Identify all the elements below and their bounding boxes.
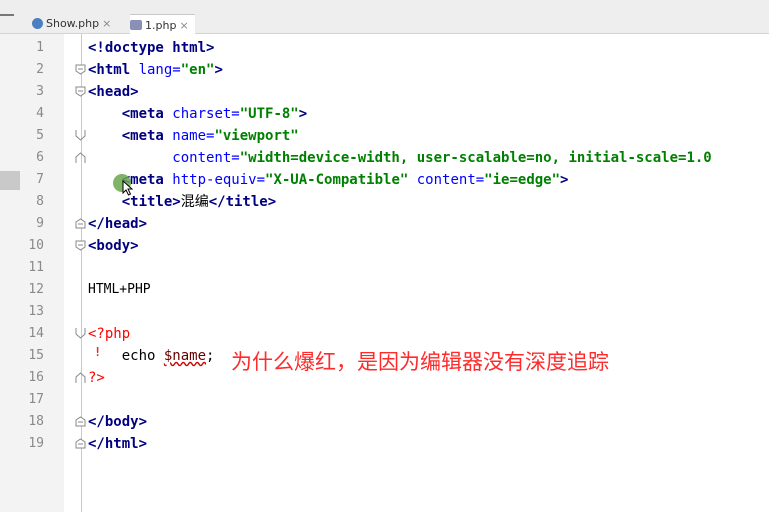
code-line[interactable]: <body> bbox=[88, 235, 139, 257]
line-number: 19 bbox=[28, 436, 44, 451]
fold-open-icon[interactable] bbox=[75, 130, 86, 141]
code-line[interactable]: content="width=device-width, user-scalab… bbox=[88, 147, 712, 169]
line-number: 8 bbox=[36, 194, 44, 209]
fold-open-icon[interactable] bbox=[75, 64, 86, 75]
code-token: </title> bbox=[208, 194, 277, 210]
code-token: http-equiv= bbox=[172, 172, 266, 188]
code-line[interactable]: <meta name="viewport" bbox=[88, 125, 299, 147]
code-token: lang= bbox=[138, 62, 181, 78]
tab-show-php[interactable]: Show.php × bbox=[32, 14, 111, 33]
fold-open-icon[interactable] bbox=[75, 328, 86, 339]
code-token: <meta bbox=[88, 106, 173, 122]
code-token: <body> bbox=[88, 238, 139, 254]
code-line[interactable]: HTML+PHP bbox=[88, 279, 151, 301]
code-token: HTML+PHP bbox=[88, 282, 151, 297]
code-token: "UTF-8" bbox=[239, 106, 299, 122]
mouse-cursor-icon bbox=[122, 179, 134, 200]
code-token: <html bbox=[88, 62, 139, 78]
code-token: 混编 bbox=[180, 194, 209, 210]
line-number: 15 bbox=[28, 348, 44, 363]
line-number: 10 bbox=[28, 238, 44, 253]
error-marker-icon[interactable]: ! bbox=[94, 345, 101, 359]
code-token: "viewport" bbox=[214, 128, 299, 144]
code-token: "X-UA-Compatible" bbox=[265, 172, 409, 188]
fold-close-icon[interactable] bbox=[75, 416, 86, 427]
line-number: 1 bbox=[36, 40, 44, 55]
code-token: </head> bbox=[88, 216, 148, 232]
line-number: 6 bbox=[36, 150, 44, 165]
fold-close-icon[interactable] bbox=[75, 152, 86, 163]
fold-close-icon[interactable] bbox=[75, 218, 86, 229]
tab-label: Show.php bbox=[46, 17, 100, 30]
php-file-icon bbox=[130, 20, 142, 30]
code-line[interactable]: <meta http-equiv="X-UA-Compatible" conte… bbox=[88, 169, 569, 191]
code-token: ; bbox=[206, 348, 215, 364]
code-token: > bbox=[214, 62, 223, 78]
code-line[interactable]: <!doctype html> bbox=[88, 37, 214, 59]
code-line[interactable]: <?php bbox=[88, 323, 130, 345]
code-line[interactable]: </head> bbox=[88, 213, 147, 235]
code-line[interactable]: <html lang="en"> bbox=[88, 59, 223, 81]
code-token: charset= bbox=[172, 106, 240, 122]
close-icon[interactable]: × bbox=[179, 19, 188, 32]
code-token: <?php bbox=[88, 326, 131, 342]
code-line[interactable]: </body> bbox=[88, 411, 147, 433]
code-line[interactable]: ?> bbox=[88, 367, 105, 389]
code-line[interactable]: echo $name; bbox=[88, 345, 215, 367]
code-token: > bbox=[560, 172, 569, 188]
code-token: <meta bbox=[88, 128, 173, 144]
code-token: "ie=edge" bbox=[484, 172, 561, 188]
line-number: 4 bbox=[36, 106, 44, 121]
code-token: $name bbox=[163, 348, 207, 364]
line-number: 9 bbox=[36, 216, 44, 231]
line-number: 11 bbox=[28, 260, 44, 275]
code-line[interactable]: <meta charset="UTF-8"> bbox=[88, 103, 307, 125]
fold-open-icon[interactable] bbox=[75, 240, 86, 251]
line-number: 2 bbox=[36, 62, 44, 77]
line-number: 3 bbox=[36, 84, 44, 99]
close-icon[interactable]: × bbox=[102, 17, 111, 30]
code-token: content= bbox=[408, 172, 485, 188]
tab-1-php[interactable]: 1.php × bbox=[130, 14, 195, 35]
menu-icon[interactable] bbox=[0, 14, 14, 16]
code-token: </html> bbox=[88, 436, 148, 452]
code-token: name= bbox=[172, 128, 215, 144]
editor-tab-bar: Show.php × 1.php × bbox=[0, 0, 769, 35]
line-number: 18 bbox=[28, 414, 44, 429]
line-number: 7 bbox=[36, 172, 44, 187]
php-file-icon bbox=[32, 18, 43, 29]
code-token: <head> bbox=[88, 84, 139, 100]
code-token: ?> bbox=[88, 370, 105, 386]
line-number: 13 bbox=[28, 304, 44, 319]
code-line[interactable]: <title>混编</title> bbox=[88, 191, 276, 213]
tab-label: 1.php bbox=[145, 18, 177, 32]
annotation-text: 为什么爆红，是因为编辑器没有深度追踪 bbox=[231, 350, 609, 374]
fold-open-icon[interactable] bbox=[75, 86, 86, 97]
line-number: 12 bbox=[28, 282, 44, 297]
code-token: > bbox=[298, 106, 308, 122]
line-number: 17 bbox=[28, 392, 44, 407]
fold-close-icon[interactable] bbox=[75, 372, 86, 383]
fold-close-icon[interactable] bbox=[75, 438, 86, 449]
code-token: <title> bbox=[88, 194, 181, 210]
code-token: </body> bbox=[88, 414, 148, 430]
code-line[interactable]: </html> bbox=[88, 433, 147, 455]
code-token: <!doctype html> bbox=[88, 40, 215, 56]
line-number: 14 bbox=[28, 326, 44, 341]
code-token: "width=device-width, user-scalable=no, i… bbox=[239, 150, 712, 166]
code-token: content= bbox=[88, 150, 240, 166]
code-token: "en" bbox=[180, 62, 215, 78]
code-line[interactable]: <head> bbox=[88, 81, 139, 103]
line-number: 16 bbox=[28, 370, 44, 385]
line-number: 5 bbox=[36, 128, 44, 143]
